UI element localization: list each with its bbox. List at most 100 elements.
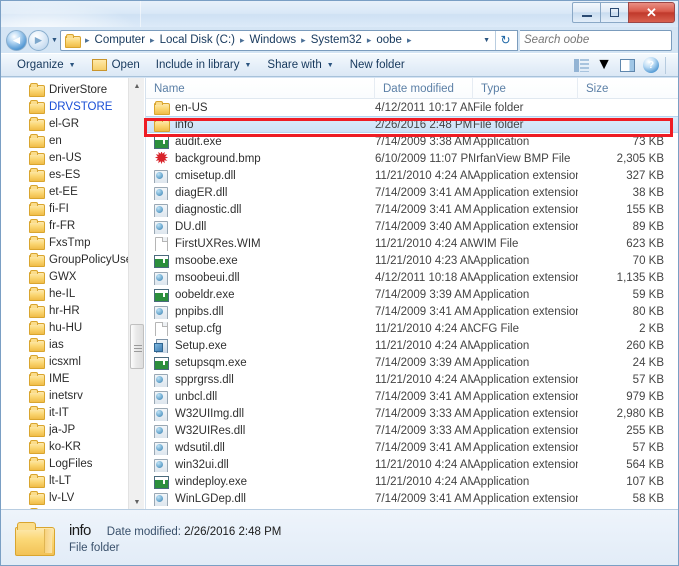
tree-item[interactable]: hu-HU: [1, 319, 129, 336]
tree-item[interactable]: FxsTmp: [1, 234, 129, 251]
address-bar[interactable]: ▸ Computer ▸ Local Disk (C:) ▸ Windows ▸…: [60, 29, 518, 51]
breadcrumb-item-computer[interactable]: Computer: [92, 33, 149, 47]
folder-icon: [29, 304, 45, 318]
table-row[interactable]: audit.exe 7/14/2009 3:38 AM Application 73 …: [146, 133, 678, 150]
organize-button[interactable]: Organize ▼: [9, 57, 84, 73]
folder-icon: [29, 457, 45, 471]
tree-item[interactable]: fr-FR: [1, 217, 129, 234]
tree-item[interactable]: el-GR: [1, 115, 129, 132]
breadcrumb-separator[interactable]: ▸: [299, 35, 308, 46]
share-with-button[interactable]: Share with ▼: [259, 57, 341, 73]
file-name-label: Setup.exe: [175, 339, 227, 352]
dll-icon: [154, 492, 169, 506]
back-button[interactable]: ◄: [6, 29, 27, 51]
minimize-button[interactable]: [572, 2, 601, 23]
breadcrumb-separator[interactable]: ▸: [365, 35, 374, 46]
breadcrumb-item-system32[interactable]: System32: [308, 33, 365, 47]
change-view-icon[interactable]: [574, 58, 590, 72]
table-row[interactable]: setup.cfg 11/21/2010 4:24 AM CFG File 2 KB: [146, 320, 678, 337]
navigation-pane-scrollbar[interactable]: ▲ ▼: [128, 78, 144, 510]
tree-item[interactable]: GWX: [1, 268, 129, 285]
table-row[interactable]: info 2/26/2016 2:48 PM File folder: [146, 116, 678, 133]
close-button[interactable]: ✕: [628, 2, 675, 23]
column-header-date-modified[interactable]: Date modified: [375, 78, 473, 99]
table-row[interactable]: cmisetup.dll 11/21/2010 4:24 AM Applicatio…: [146, 167, 678, 184]
folder-tree: DriverStore DRVSTORE el-GR en en-US es-ES et-E…: [1, 78, 129, 510]
scroll-down-button[interactable]: ▼: [129, 494, 145, 510]
chevron-down-icon[interactable]: ▼: [596, 56, 612, 74]
preview-pane-icon[interactable]: [620, 58, 635, 72]
tree-item[interactable]: es-ES: [1, 166, 129, 183]
tree-item[interactable]: DRVSTORE: [1, 98, 129, 115]
cell-type: Application extension: [473, 390, 578, 403]
chevron-down-icon: ▼: [326, 61, 334, 69]
tree-item[interactable]: et-EE: [1, 183, 129, 200]
tree-item[interactable]: ias: [1, 336, 129, 353]
table-row[interactable]: diagER.dll 7/14/2009 3:41 AM Application e…: [146, 184, 678, 201]
table-row[interactable]: FirstUXRes.WIM 11/21/2010 4:24 AM WIM File…: [146, 235, 678, 252]
tree-item-label: el-GR: [49, 117, 80, 130]
application-icon: [154, 288, 169, 302]
breadcrumb-separator[interactable]: ▸: [148, 35, 157, 46]
table-row[interactable]: msoobe.exe 11/21/2010 4:23 AM Application 7…: [146, 252, 678, 269]
tree-item[interactable]: fi-FI: [1, 200, 129, 217]
tree-item[interactable]: lt-LT: [1, 472, 129, 489]
table-row[interactable]: ✹ background.bmp 6/10/2009 11:07 PM IrfanVi…: [146, 150, 678, 167]
tree-item[interactable]: IME: [1, 370, 129, 387]
cell-date-modified: 11/21/2010 4:24 AM: [375, 237, 473, 250]
maximize-button[interactable]: [600, 2, 629, 23]
include-in-library-button[interactable]: Include in library ▼: [148, 57, 260, 73]
search-input[interactable]: [524, 34, 678, 46]
breadcrumb-separator[interactable]: ▸: [238, 35, 247, 46]
table-row[interactable]: W32UIRes.dll 7/14/2009 3:33 AM Application…: [146, 422, 678, 439]
new-folder-button[interactable]: New folder: [342, 57, 413, 73]
recent-pages-dropdown[interactable]: ▼: [49, 37, 60, 44]
breadcrumb: ▸ Computer ▸ Local Disk (C:) ▸ Windows ▸…: [83, 33, 480, 47]
table-row[interactable]: wdsutil.dll 7/14/2009 3:41 AM Application …: [146, 439, 678, 456]
scroll-up-button[interactable]: ▲: [129, 78, 145, 94]
breadcrumb-item-local-disk[interactable]: Local Disk (C:): [157, 33, 238, 47]
tree-item[interactable]: en: [1, 132, 129, 149]
column-header-type[interactable]: Type: [473, 78, 578, 99]
breadcrumb-separator[interactable]: ▸: [405, 35, 414, 46]
table-row[interactable]: oobeldr.exe 7/14/2009 3:39 AM Application 5…: [146, 286, 678, 303]
help-button[interactable]: ?: [643, 57, 659, 73]
table-row[interactable]: msoobeui.dll 4/12/2011 10:18 AM Applicatio…: [146, 269, 678, 286]
table-row[interactable]: Setup.exe 11/21/2010 4:24 AM Application 26…: [146, 337, 678, 354]
column-header-size[interactable]: Size: [578, 78, 678, 99]
tree-item[interactable]: lv-LV: [1, 489, 129, 506]
tree-item[interactable]: GroupPolicyUse: [1, 251, 129, 268]
table-row[interactable]: unbcl.dll 7/14/2009 3:41 AM Application ex…: [146, 388, 678, 405]
table-row[interactable]: WinLGDep.dll 7/14/2009 3:41 AM Application…: [146, 490, 678, 507]
generic-file-icon: [154, 236, 169, 251]
table-row[interactable]: pnpibs.dll 7/14/2009 3:41 AM Application e…: [146, 303, 678, 320]
tree-item[interactable]: hr-HR: [1, 302, 129, 319]
breadcrumb-item-oobe[interactable]: oobe: [373, 33, 405, 47]
address-history-chevron-down-icon[interactable]: ▼: [480, 37, 495, 44]
open-button[interactable]: Open: [84, 57, 148, 73]
tree-item[interactable]: DriverStore: [1, 81, 129, 98]
tree-item[interactable]: LogFiles: [1, 455, 129, 472]
breadcrumb-item-windows[interactable]: Windows: [247, 33, 300, 47]
forward-button[interactable]: ►: [28, 29, 49, 51]
tree-item[interactable]: icsxml: [1, 353, 129, 370]
table-row[interactable]: setupsqm.exe 7/14/2009 3:39 AM Application…: [146, 354, 678, 371]
tree-item[interactable]: ja-JP: [1, 421, 129, 438]
refresh-button[interactable]: ↻: [495, 30, 515, 50]
table-row[interactable]: spprgrss.dll 11/21/2010 4:24 AM Applicatio…: [146, 371, 678, 388]
tree-item[interactable]: inetsrv: [1, 387, 129, 404]
tree-item[interactable]: en-US: [1, 149, 129, 166]
scrollbar-thumb[interactable]: [130, 324, 144, 369]
table-row[interactable]: en-US 4/12/2011 10:17 AM File folder: [146, 99, 678, 116]
column-header-name[interactable]: Name: [146, 78, 375, 99]
search-box[interactable]: [520, 29, 678, 51]
table-row[interactable]: DU.dll 7/14/2009 3:40 AM Application exten…: [146, 218, 678, 235]
open-folder-icon: [91, 59, 107, 71]
table-row[interactable]: diagnostic.dll 7/14/2009 3:41 AM Applicati…: [146, 201, 678, 218]
table-row[interactable]: windeploy.exe 11/21/2010 4:24 AM Applicati…: [146, 473, 678, 490]
tree-item[interactable]: it-IT: [1, 404, 129, 421]
tree-item[interactable]: he-IL: [1, 285, 129, 302]
table-row[interactable]: W32UIImg.dll 7/14/2009 3:33 AM Application…: [146, 405, 678, 422]
tree-item[interactable]: ko-KR: [1, 438, 129, 455]
table-row[interactable]: win32ui.dll 11/21/2010 4:24 AM Application…: [146, 456, 678, 473]
